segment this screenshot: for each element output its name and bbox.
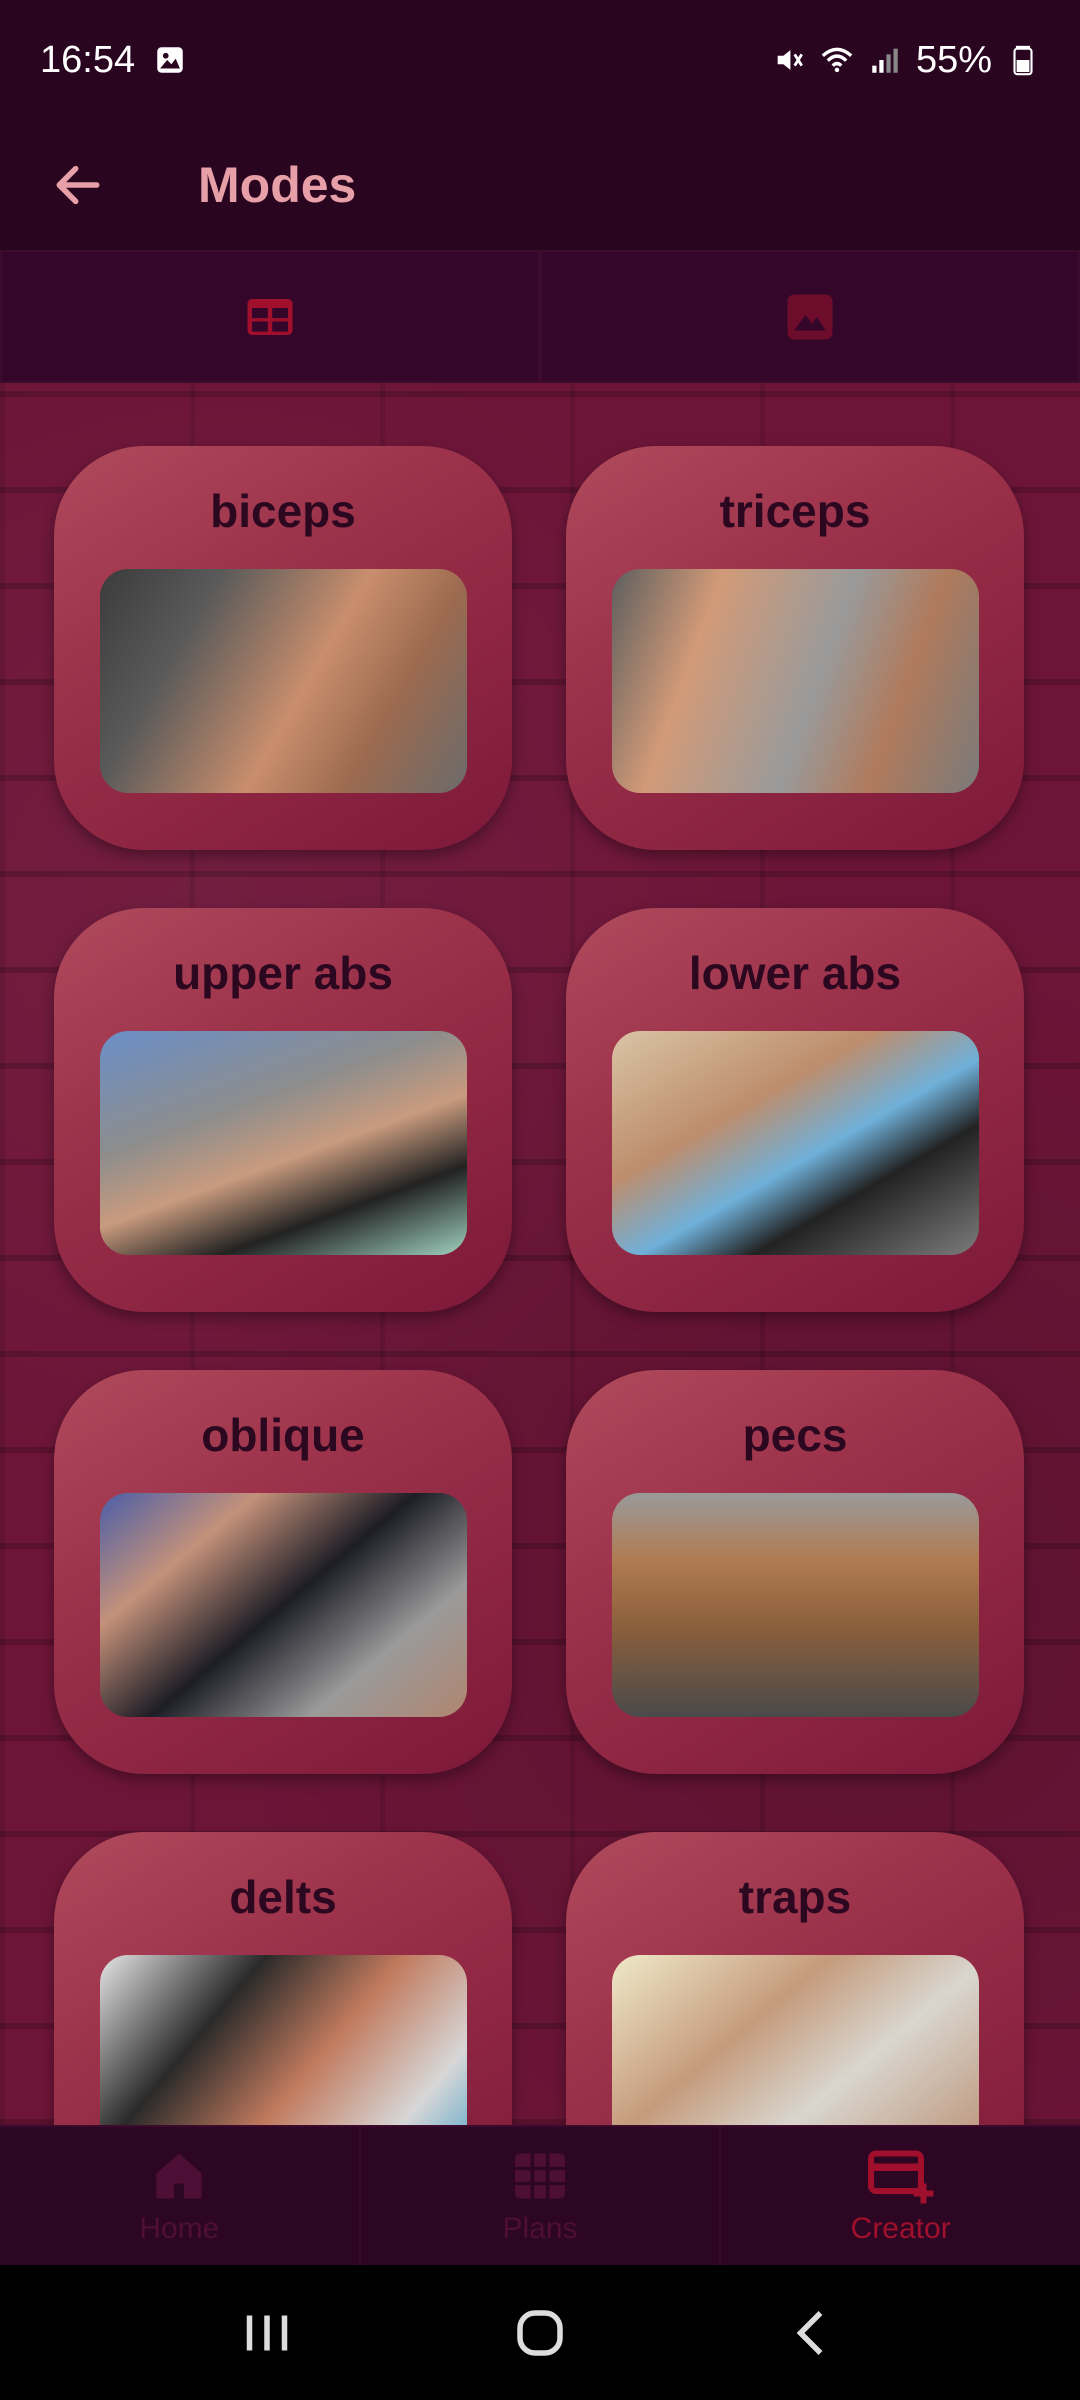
nav-creator-label: Creator bbox=[850, 2212, 951, 2245]
mode-label: triceps bbox=[719, 485, 871, 537]
mode-card-oblique[interactable]: oblique bbox=[54, 1370, 512, 1774]
grid-icon bbox=[247, 298, 293, 335]
battery-percent: 55% bbox=[915, 38, 992, 81]
image-icon bbox=[787, 294, 833, 339]
nav-plans[interactable]: Plans bbox=[358, 2125, 720, 2265]
pecs-photo bbox=[612, 1493, 979, 1717]
battery-icon bbox=[1013, 45, 1033, 76]
mode-card-traps[interactable]: traps bbox=[566, 1832, 1024, 2125]
back-system-button[interactable] bbox=[768, 2288, 858, 2378]
tab-grid[interactable] bbox=[0, 250, 540, 383]
mode-card-lower-abs[interactable]: lower abs bbox=[566, 908, 1024, 1312]
mode-card-pecs[interactable]: pecs bbox=[566, 1370, 1024, 1774]
mode-label: lower abs bbox=[688, 947, 902, 999]
status-bar: 16:54 55% bbox=[0, 0, 1080, 120]
home-icon bbox=[156, 2153, 202, 2199]
arrow-left-icon bbox=[56, 165, 100, 205]
system-navigation-bar bbox=[0, 2265, 1080, 2400]
view-tabs bbox=[0, 250, 1080, 383]
mute-icon bbox=[777, 50, 803, 70]
triceps-photo bbox=[612, 569, 979, 793]
tab-image[interactable] bbox=[540, 250, 1080, 383]
nav-home-label: Home bbox=[139, 2212, 220, 2245]
mode-label: pecs bbox=[742, 1409, 848, 1461]
nav-creator[interactable]: Creator bbox=[719, 2125, 1080, 2265]
recents-icon bbox=[246, 2315, 287, 2350]
app-bar: Modes bbox=[0, 120, 1080, 250]
nav-home[interactable]: Home bbox=[0, 2125, 359, 2265]
table-icon bbox=[515, 2153, 565, 2199]
back-chevron-icon bbox=[796, 2310, 823, 2355]
status-time: 16:54 bbox=[40, 38, 136, 81]
mode-label: biceps bbox=[210, 485, 356, 537]
home-system-button[interactable] bbox=[495, 2288, 585, 2378]
mode-label: traps bbox=[738, 1871, 852, 1923]
biceps-photo bbox=[100, 569, 467, 793]
recents-button[interactable] bbox=[222, 2288, 312, 2378]
mode-card-biceps[interactable]: biceps bbox=[54, 446, 512, 850]
nav-plans-label: Plans bbox=[502, 2212, 578, 2245]
lower-abs-photo bbox=[612, 1031, 979, 1255]
mode-card-delts[interactable]: delts bbox=[54, 1832, 512, 2125]
delts-photo bbox=[100, 1955, 467, 2125]
oblique-photo bbox=[100, 1493, 467, 1717]
mode-card-upper-abs[interactable]: upper abs bbox=[54, 908, 512, 1312]
back-button[interactable] bbox=[38, 145, 118, 225]
modes-grid: biceps triceps upper abs lower abs obliq… bbox=[54, 446, 1024, 2125]
upper-abs-photo bbox=[100, 1031, 467, 1255]
mode-label: oblique bbox=[201, 1409, 365, 1461]
home-circle-icon bbox=[517, 2309, 563, 2356]
mode-label: upper abs bbox=[173, 947, 393, 999]
signal-icon bbox=[872, 48, 898, 73]
mode-card-triceps[interactable]: triceps bbox=[566, 446, 1024, 850]
wifi-icon bbox=[821, 47, 853, 73]
page-title: Modes bbox=[198, 157, 357, 213]
mode-label: delts bbox=[229, 1871, 337, 1923]
bottom-navigation: Home Plans Creator bbox=[0, 2125, 1080, 2265]
traps-photo bbox=[612, 1955, 979, 2125]
modes-list[interactable]: biceps triceps upper abs lower abs obliq… bbox=[0, 383, 1080, 2125]
gallery-icon bbox=[157, 47, 183, 73]
card-add-icon bbox=[867, 2150, 934, 2204]
